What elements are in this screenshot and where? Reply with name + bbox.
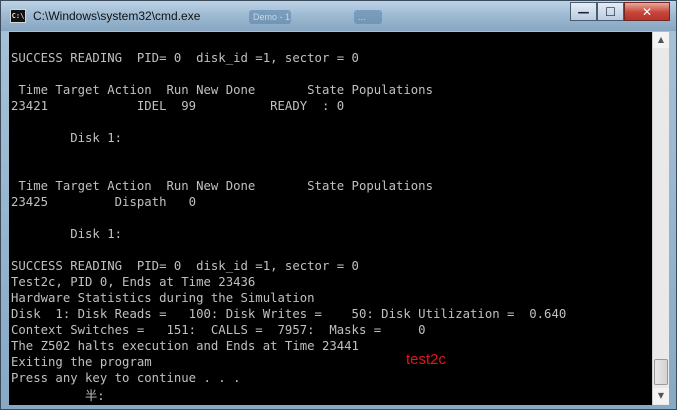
scroll-down-arrow-icon[interactable]: ▼ bbox=[653, 388, 669, 404]
annotation-label: test2c bbox=[406, 351, 447, 368]
close-button[interactable]: ✕ bbox=[624, 2, 670, 21]
window-controls: — ☐ ✕ bbox=[570, 2, 670, 22]
vertical-scrollbar[interactable]: ▲ ▼ bbox=[652, 32, 669, 405]
console-line: Time Target Action Run New Done State Po… bbox=[11, 179, 433, 193]
minimize-button[interactable]: — bbox=[570, 2, 597, 21]
scroll-up-arrow-icon[interactable]: ▲ bbox=[653, 32, 669, 48]
console-line: Disk 1: bbox=[11, 131, 123, 145]
console-line: SUCCESS READING PID= 0 disk_id =1, secto… bbox=[11, 51, 359, 65]
console-line: Disk 1: Disk Reads = 100: Disk Writes = … bbox=[11, 307, 567, 321]
console-line: Disk 1: bbox=[11, 227, 123, 241]
console-line: Context Switches = 151: CALLS = 7957: Ma… bbox=[11, 323, 426, 337]
console-line: SUCCESS READING PID= 0 disk_id =1, secto… bbox=[11, 259, 359, 273]
window-title: C:\Windows\system32\cmd.exe bbox=[33, 9, 201, 23]
console-line: 23425 Dispath 0 bbox=[11, 195, 197, 209]
console-line: The Z502 halts execution and Ends at Tim… bbox=[11, 339, 359, 353]
title-bar[interactable]: C:\ C:\Windows\system32\cmd.exe Demo - 1… bbox=[1, 1, 676, 31]
ghost-tab-2: ... bbox=[354, 10, 382, 24]
console-line: 23421 IDEL 99 READY : 0 bbox=[11, 99, 345, 113]
scroll-thumb[interactable] bbox=[654, 359, 668, 385]
console-line: Press any key to continue . . . bbox=[11, 371, 241, 385]
console-line: Test2c, PID 0, Ends at Time 23436 bbox=[11, 275, 256, 289]
console-output[interactable]: SUCCESS READING PID= 0 disk_id =1, secto… bbox=[9, 32, 652, 405]
input-cursor: 半: bbox=[85, 389, 105, 403]
console-line: Exiting the program bbox=[11, 355, 152, 369]
cmd-icon: C:\ bbox=[10, 9, 26, 23]
cmd-window: C:\ C:\Windows\system32\cmd.exe Demo - 1… bbox=[0, 0, 677, 410]
ghost-tab-1: Demo - 1 - ... bbox=[249, 10, 291, 24]
console-line: Time Target Action Run New Done State Po… bbox=[11, 83, 433, 97]
maximize-button[interactable]: ☐ bbox=[597, 2, 624, 21]
console-line: Hardware Statistics during the Simulatio… bbox=[11, 291, 315, 305]
